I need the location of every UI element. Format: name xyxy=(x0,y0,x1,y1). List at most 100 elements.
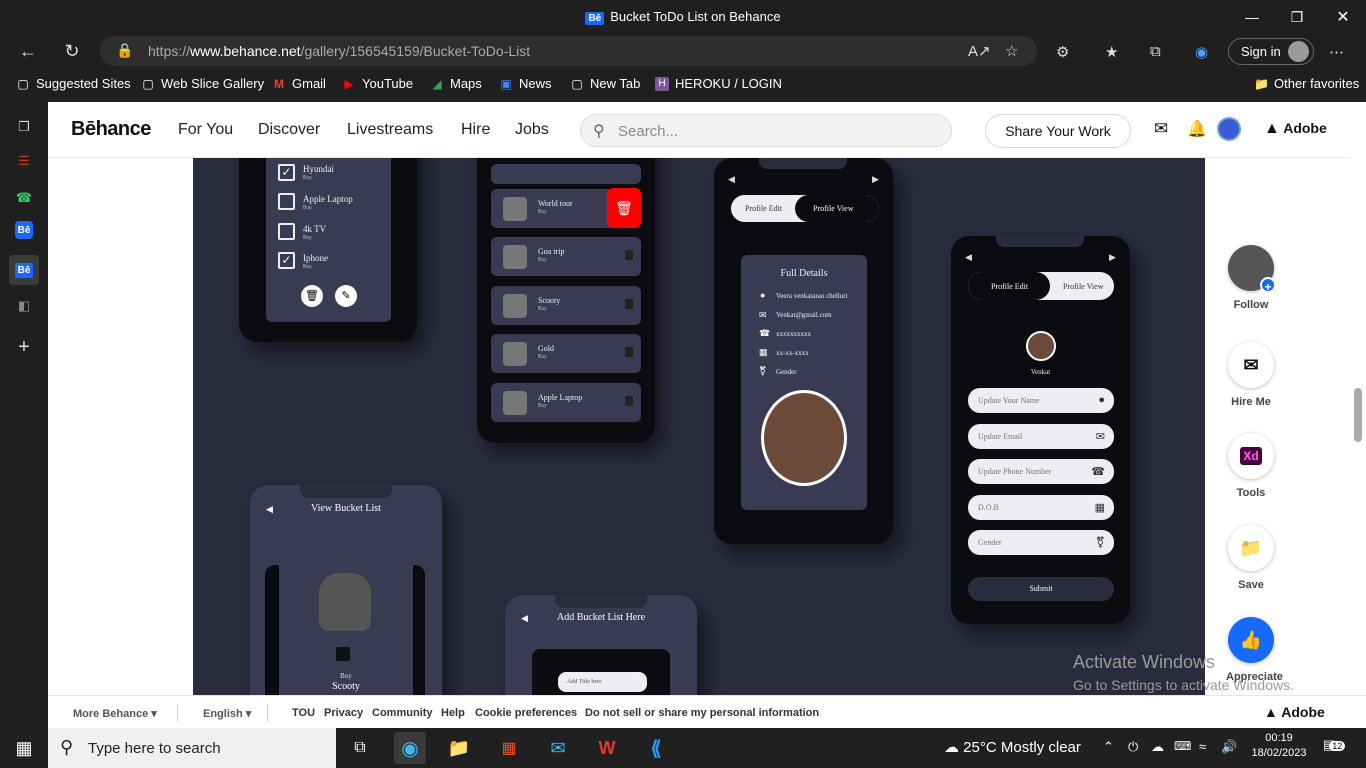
wps-office-icon[interactable]: W xyxy=(591,732,623,764)
left-arrow-icon: ◀ xyxy=(965,252,972,262)
wifi-icon[interactable]: ≈ xyxy=(1199,739,1206,754)
notifications-icon[interactable]: ▤12 xyxy=(1323,737,1346,753)
store-icon[interactable]: ▦ xyxy=(493,732,525,764)
back-button[interactable]: ← xyxy=(11,34,45,68)
bookmark-label: New Tab xyxy=(590,76,641,91)
vscode-icon[interactable]: ⟪ xyxy=(640,732,672,764)
usb-icon[interactable]: ⏻ xyxy=(1128,739,1138,755)
tab-title: Bucket ToDo List on Behance xyxy=(610,9,781,24)
read-aloud-icon[interactable]: A↗ xyxy=(968,42,991,60)
gender-field: Gender ⚧ xyxy=(968,530,1114,555)
tab-favicon-behance-active[interactable]: Bē xyxy=(9,255,39,285)
url-prefix: https:// xyxy=(148,43,191,59)
address-bar[interactable]: 🔒 https://www.behance.net/gallery/156545… xyxy=(100,36,1037,66)
nav-discover[interactable]: Discover xyxy=(258,121,320,139)
taskbar-search[interactable]: ⚲ Type here to search xyxy=(48,728,336,768)
edge-taskbar-icon[interactable]: ◉ xyxy=(394,732,426,764)
adobe-link[interactable]: ▲ Adobe xyxy=(1264,120,1327,138)
bookmark-suggested-sites[interactable]: ▢ Suggested Sites xyxy=(16,76,130,91)
maximize-button[interactable]: ❐ xyxy=(1274,0,1320,34)
add-favorite-icon[interactable]: ☆ xyxy=(1005,42,1018,60)
footer-link-do-not-sell[interactable]: Do not sell or share my personal informa… xyxy=(585,707,819,719)
favorites-icon[interactable]: ★ xyxy=(1105,43,1118,61)
windows-start-icon[interactable]: ▦ xyxy=(8,732,40,764)
tab-actions-icon[interactable]: ❐ xyxy=(12,115,36,139)
close-button[interactable]: ✕ xyxy=(1320,0,1366,34)
tab-favicon-behance[interactable]: Bē xyxy=(15,221,33,239)
save-action[interactable]: 📁 Save xyxy=(1226,525,1276,591)
phone-notch xyxy=(759,158,847,169)
footer-link-cookies[interactable]: Cookie preferences xyxy=(475,707,577,719)
bookmark-gmail[interactable]: M Gmail xyxy=(272,76,326,91)
behance-logo[interactable]: Bēhance xyxy=(71,118,151,141)
volume-icon[interactable]: 🔊 xyxy=(1221,739,1237,755)
ime-icon[interactable]: ⌨ xyxy=(1174,739,1191,753)
file-explorer-icon[interactable]: 📁 xyxy=(443,732,475,764)
edge-bar-icon[interactable]: ◉ xyxy=(1195,43,1208,61)
nav-jobs[interactable]: Jobs xyxy=(515,121,549,139)
nav-for-you[interactable]: For You xyxy=(178,121,233,139)
tab-favicon-stack[interactable]: ☰ xyxy=(12,149,36,173)
user-icon: ● xyxy=(1098,394,1105,406)
task-view-icon[interactable]: ⧉ xyxy=(344,732,376,764)
minimize-button[interactable]: — xyxy=(1229,0,1275,34)
language-dropdown[interactable]: English ▾ xyxy=(203,707,251,720)
bookmark-youtube[interactable]: ▶ YouTube xyxy=(342,76,413,91)
bookmark-new-tab[interactable]: ▢ New Tab xyxy=(570,76,640,91)
bookmark-heroku[interactable]: H HEROKU / LOGIN xyxy=(655,76,782,91)
clock[interactable]: 00:19 18/02/2023 xyxy=(1249,732,1309,759)
tools-action[interactable]: Xd Tools xyxy=(1226,433,1276,499)
folder-icon: 📁 xyxy=(1254,76,1269,91)
right-arrow-icon: ▶ xyxy=(1109,252,1116,262)
add-title-input: Add Title here xyxy=(558,672,647,692)
scrollbar-thumb[interactable] xyxy=(1354,388,1362,442)
collections-icon[interactable]: ⧉ xyxy=(1150,43,1161,60)
nav-hire[interactable]: Hire xyxy=(461,121,490,139)
search-input[interactable]: ⚲ Search... xyxy=(580,114,952,147)
show-hidden-icons[interactable]: ⌃ xyxy=(1103,739,1114,755)
messages-icon[interactable]: ✉ xyxy=(1154,119,1168,139)
row-sub: Buy xyxy=(538,209,547,215)
weather-widget[interactable]: ☁ 25°C Mostly clear xyxy=(944,738,1081,756)
bookmark-other-favorites[interactable]: 📁 Other favorites xyxy=(1254,76,1359,91)
footer-link-community[interactable]: Community xyxy=(372,707,433,719)
refresh-button[interactable]: ↻ xyxy=(55,34,89,68)
scrollbar[interactable] xyxy=(1350,102,1366,728)
mail-taskbar-icon[interactable]: ✉ xyxy=(542,732,574,764)
footer-link-tou[interactable]: TOU xyxy=(292,707,315,719)
follow-action[interactable]: + Follow xyxy=(1226,245,1276,311)
row-sub: Buy xyxy=(538,306,547,312)
hire-action[interactable]: ✉ Hire Me xyxy=(1226,342,1276,408)
bookmark-web-slice-gallery[interactable]: ▢ Web Slice Gallery xyxy=(141,76,264,91)
signin-button[interactable]: Sign in xyxy=(1228,38,1314,65)
more-menu-icon[interactable]: ⋯ xyxy=(1329,43,1344,61)
page-icon: ▢ xyxy=(17,76,29,91)
new-tab-icon[interactable]: + xyxy=(12,335,36,359)
nav-livestreams[interactable]: Livestreams xyxy=(347,121,433,139)
tab-favicon-generic[interactable]: ◧ xyxy=(12,294,36,318)
details-heading: Full Details xyxy=(780,268,828,279)
share-your-work-button[interactable]: Share Your Work xyxy=(985,114,1131,148)
calendar-icon: ▦ xyxy=(1094,502,1105,514)
more-behance-dropdown[interactable]: More Behance ▾ xyxy=(73,707,157,720)
mail-icon: ✉ xyxy=(1095,431,1105,443)
bookmark-news[interactable]: ▣ News xyxy=(499,76,551,91)
bucket-row xyxy=(491,164,641,184)
bookmark-maps[interactable]: ◢ Maps xyxy=(430,76,481,91)
save-label: Save xyxy=(1238,579,1264,591)
footer-adobe-logo[interactable]: ▲ Adobe xyxy=(1264,704,1325,720)
extensions-icon[interactable]: ⚙ xyxy=(1056,43,1069,61)
phone-notch xyxy=(300,485,392,498)
notifications-icon[interactable]: 🔔 xyxy=(1187,119,1207,139)
toggle-right-label: Profile View xyxy=(1063,282,1104,291)
plus-icon: + xyxy=(1260,277,1276,294)
appreciate-action[interactable]: 👍 Appreciate xyxy=(1226,617,1283,683)
mail-icon: ✉ xyxy=(759,310,767,320)
project-image: ✓ Hyundai Buy Apple Laptop Buy 4k TV Buy… xyxy=(193,158,1205,695)
tab-favicon-whatsapp[interactable]: ☎ xyxy=(12,186,36,210)
onedrive-icon[interactable]: ☁ xyxy=(1151,739,1164,755)
phone-notch xyxy=(996,236,1084,247)
footer-link-privacy[interactable]: Privacy xyxy=(324,707,363,719)
footer-link-help[interactable]: Help xyxy=(441,707,465,719)
user-avatar[interactable] xyxy=(1217,117,1241,141)
